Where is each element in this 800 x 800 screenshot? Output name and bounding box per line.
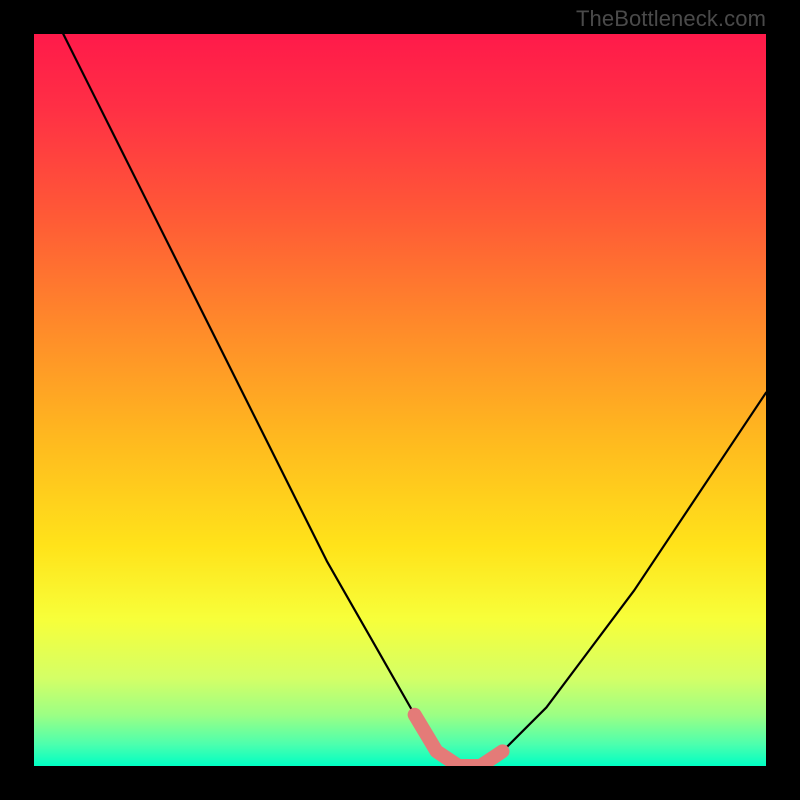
watermark-text: TheBottleneck.com [576,6,766,32]
bottleneck-curve [63,34,766,766]
plot-area [34,34,766,766]
curve-layer [34,34,766,766]
flat-valley-highlight [415,715,503,766]
chart-frame: TheBottleneck.com [0,0,800,800]
